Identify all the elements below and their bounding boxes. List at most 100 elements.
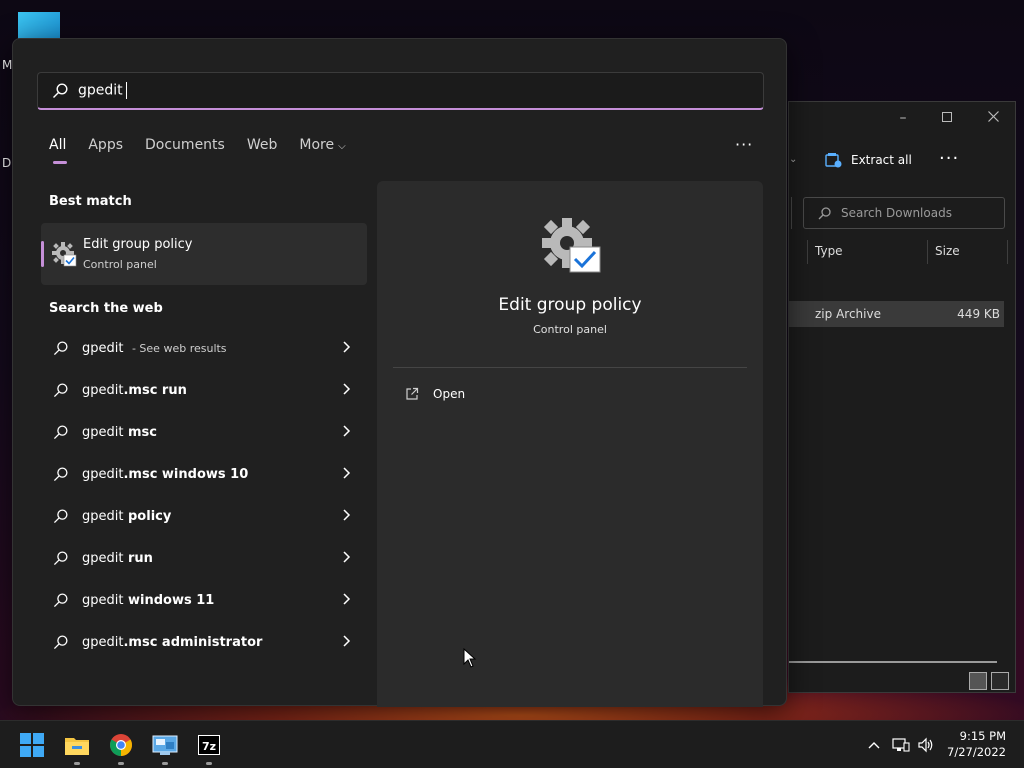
chevron-down-icon[interactable]: ⌄ bbox=[789, 154, 797, 165]
taskbar-control-panel[interactable] bbox=[149, 729, 181, 765]
taskbar-chrome[interactable] bbox=[105, 729, 137, 765]
search-downloads-input[interactable]: Search Downloads bbox=[803, 197, 1005, 229]
tab-apps[interactable]: Apps bbox=[88, 137, 123, 153]
chrome-icon bbox=[110, 734, 132, 756]
web-result-suggestion: msc bbox=[123, 424, 157, 440]
web-result-prefix: gpedit bbox=[82, 592, 124, 608]
close-button[interactable] bbox=[983, 110, 1003, 126]
open-action[interactable]: Open bbox=[405, 387, 465, 401]
web-result-item[interactable]: gpedit.msc windows 10 bbox=[53, 459, 353, 489]
running-indicator bbox=[162, 762, 168, 765]
chevron-right-icon bbox=[343, 593, 351, 605]
web-result-item[interactable]: gpedit.msc run bbox=[53, 375, 353, 405]
search-icon bbox=[818, 206, 831, 219]
minimize-button[interactable]: – bbox=[893, 110, 913, 126]
volume-button[interactable] bbox=[916, 735, 936, 755]
web-result-item[interactable]: gpedit run bbox=[53, 543, 353, 573]
web-result-suggestion: .msc run bbox=[123, 382, 187, 398]
extract-all-button[interactable]: Extract all bbox=[825, 152, 912, 168]
web-result-text: gpedit run bbox=[82, 551, 158, 566]
web-result-item[interactable]: gpedit windows 11 bbox=[53, 585, 353, 615]
extract-all-label: Extract all bbox=[851, 153, 912, 167]
chevron-right-icon bbox=[343, 635, 351, 647]
file-explorer-icon bbox=[65, 738, 89, 755]
web-result-text: gpedit.msc run bbox=[82, 383, 192, 398]
web-result-item[interactable]: gpedit.msc administrator bbox=[53, 627, 353, 657]
chevron-right-icon bbox=[343, 509, 351, 521]
details-view-button[interactable] bbox=[969, 672, 987, 690]
web-result-suggestion: run bbox=[123, 550, 153, 566]
chevron-up-icon bbox=[868, 742, 880, 749]
show-hidden-icons-button[interactable] bbox=[864, 735, 884, 755]
more-options-icon[interactable]: ··· bbox=[939, 148, 959, 169]
web-result-text: gpedit - See web results bbox=[82, 341, 227, 356]
tab-web[interactable]: Web bbox=[247, 137, 278, 153]
column-separator[interactable] bbox=[927, 240, 928, 264]
chevron-right-icon bbox=[343, 425, 351, 437]
desktop-icon-label: D bbox=[2, 156, 12, 170]
search-icon bbox=[53, 340, 68, 355]
tab-documents[interactable]: Documents bbox=[145, 137, 225, 153]
file-size: 449 KB bbox=[957, 307, 1000, 321]
7zip-icon-label: 7z bbox=[202, 740, 216, 753]
open-label: Open bbox=[433, 387, 466, 401]
horizontal-scrollbar[interactable] bbox=[789, 661, 997, 663]
web-result-item[interactable]: gpedit policy bbox=[53, 501, 353, 531]
column-header-size[interactable]: Size bbox=[935, 244, 960, 258]
selection-indicator bbox=[41, 241, 44, 267]
tab-more[interactable]: More ⌵ bbox=[299, 137, 345, 153]
tab-active-indicator bbox=[53, 161, 67, 164]
column-separator[interactable] bbox=[1007, 240, 1008, 264]
web-result-item[interactable]: gpedit - See web results bbox=[53, 333, 353, 363]
taskbar-file-explorer[interactable] bbox=[61, 729, 93, 765]
desktop-icon-label: M bbox=[2, 58, 13, 72]
start-button[interactable] bbox=[16, 729, 48, 761]
search-icon bbox=[53, 508, 68, 523]
web-result-item[interactable]: gpedit msc bbox=[53, 417, 353, 447]
explorer-toolbar: ⌄ Extract all ··· bbox=[789, 142, 1017, 182]
chevron-right-icon bbox=[343, 383, 351, 395]
detail-subtitle: Control panel bbox=[533, 323, 607, 336]
search-icon bbox=[53, 634, 68, 649]
speaker-icon bbox=[918, 737, 933, 753]
detail-title: Edit group policy bbox=[498, 295, 642, 315]
search-icon bbox=[53, 82, 68, 98]
web-result-text: gpedit.msc windows 10 bbox=[82, 467, 253, 482]
running-indicator bbox=[74, 762, 80, 765]
view-toggle bbox=[969, 672, 1009, 690]
web-result-suggestion: policy bbox=[123, 508, 172, 524]
web-result-text: gpedit windows 11 bbox=[82, 593, 219, 608]
mouse-cursor-icon bbox=[463, 648, 477, 668]
web-result-suggestion: .msc windows 10 bbox=[123, 466, 249, 482]
web-result-text: gpedit.msc administrator bbox=[82, 635, 267, 650]
start-search-panel: gpedit All Apps Documents Web More ⌵ ··· … bbox=[12, 38, 787, 707]
more-options-icon[interactable]: ··· bbox=[735, 135, 753, 154]
divider bbox=[393, 367, 747, 368]
column-separator[interactable] bbox=[807, 240, 808, 264]
maximize-button[interactable] bbox=[937, 110, 957, 126]
clock[interactable]: 9:15 PM 7/27/2022 bbox=[947, 728, 1006, 760]
tab-all[interactable]: All bbox=[49, 137, 67, 164]
taskbar-7zip[interactable]: 7z bbox=[193, 729, 225, 765]
web-result-prefix: gpedit bbox=[82, 340, 124, 356]
best-match-subtitle: Control panel bbox=[83, 258, 157, 271]
taskbar: 7z 9:15 PM 7/27/2022 bbox=[0, 720, 1024, 768]
large-icons-view-button[interactable] bbox=[991, 672, 1009, 690]
web-result-prefix: gpedit bbox=[82, 550, 124, 566]
network-icon bbox=[892, 738, 910, 752]
desktop-icon[interactable] bbox=[18, 12, 60, 40]
search-downloads-placeholder: Search Downloads bbox=[841, 206, 952, 220]
group-policy-icon bbox=[52, 242, 77, 267]
best-match-title: Edit group policy bbox=[83, 237, 193, 252]
web-result-prefix: gpedit bbox=[82, 508, 124, 524]
search-icon bbox=[53, 424, 68, 439]
network-button[interactable] bbox=[891, 735, 911, 755]
file-row[interactable]: zip Archive 449 KB bbox=[789, 301, 1004, 327]
best-match-item[interactable]: Edit group policy Control panel bbox=[41, 223, 367, 285]
search-input[interactable]: gpedit bbox=[37, 72, 764, 110]
file-explorer-window: – ⌄ Extract all ··· Search Downloads Typ… bbox=[788, 101, 1016, 693]
extract-icon bbox=[825, 153, 842, 168]
column-header-type[interactable]: Type bbox=[815, 244, 843, 258]
search-icon bbox=[53, 550, 68, 565]
web-result-suggestion: .msc administrator bbox=[123, 634, 263, 650]
